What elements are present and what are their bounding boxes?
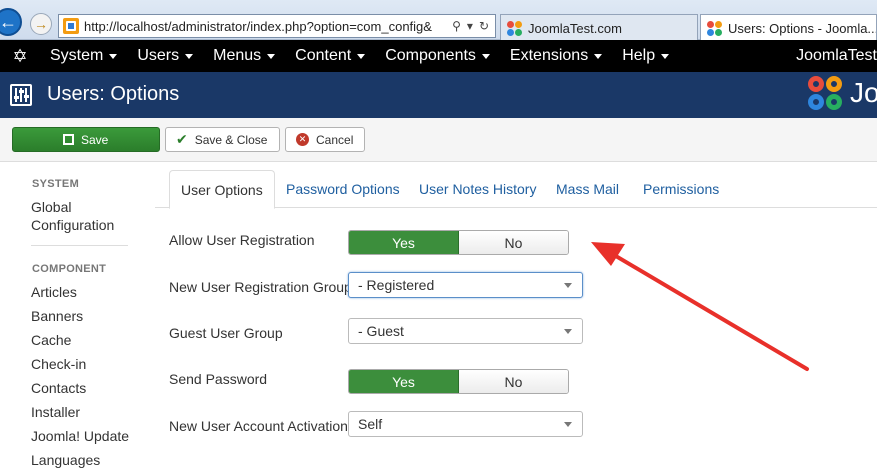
joomla-tab-icon bbox=[507, 20, 522, 36]
sidebar-item-joomla-update[interactable]: Joomla! Update bbox=[31, 428, 129, 444]
refresh-icon[interactable]: ↻ bbox=[479, 19, 489, 33]
tab-password-options[interactable]: Password Options bbox=[275, 170, 411, 208]
send-password-toggle: Yes No bbox=[348, 369, 569, 394]
menu-menus[interactable]: Menus bbox=[203, 47, 285, 65]
select-arrow-icon bbox=[564, 283, 572, 288]
send-password-label: Send Password bbox=[169, 371, 268, 387]
menu-users[interactable]: Users bbox=[127, 47, 203, 65]
allow-registration-toggle: Yes No bbox=[348, 230, 569, 255]
browser-bar: ← → http://localhost/administrator/index… bbox=[0, 0, 877, 41]
back-arrow-icon[interactable]: ← bbox=[0, 8, 22, 36]
caret-down-icon bbox=[267, 53, 276, 59]
admin-top-menu: ✡ System Users Menus Content Components … bbox=[0, 40, 877, 72]
cancel-circle-icon: ✕ bbox=[296, 133, 309, 146]
caret-down-icon bbox=[661, 53, 670, 59]
sidebar-item-global-configuration[interactable]: Global Configuration bbox=[31, 199, 114, 233]
check-icon: ✔ bbox=[176, 131, 188, 147]
send-password-no[interactable]: No bbox=[459, 370, 568, 393]
sidebar-heading-component: COMPONENT bbox=[32, 263, 107, 275]
sidebar-item-banners[interactable]: Banners bbox=[31, 308, 83, 324]
joomla-favicon-icon bbox=[63, 18, 79, 34]
send-password-yes[interactable]: Yes bbox=[349, 370, 459, 393]
tab-user-options[interactable]: User Options bbox=[169, 170, 275, 209]
menu-extensions[interactable]: Extensions bbox=[500, 47, 612, 65]
menu-system[interactable]: System bbox=[40, 47, 127, 65]
select-arrow-icon bbox=[564, 422, 572, 427]
sidebar-item-cache[interactable]: Cache bbox=[31, 332, 71, 348]
allow-registration-label: Allow User Registration bbox=[169, 232, 315, 248]
new-user-group-label: New User Registration Group bbox=[169, 279, 352, 295]
annotation-arrow-head bbox=[591, 242, 625, 266]
caret-down-icon bbox=[594, 53, 603, 59]
tab-user-notes-history[interactable]: User Notes History bbox=[408, 170, 547, 208]
annotation-arrow-line bbox=[607, 250, 809, 371]
site-name-link[interactable]: JoomlaTest bbox=[796, 40, 877, 72]
dropdown-arrow-icon[interactable]: ▾ bbox=[467, 19, 473, 33]
menu-help[interactable]: Help bbox=[612, 47, 679, 65]
allow-registration-no[interactable]: No bbox=[459, 231, 568, 254]
search-icon[interactable]: ⚲ bbox=[452, 19, 461, 33]
address-bar[interactable]: http://localhost/administrator/index.php… bbox=[58, 14, 496, 38]
tab-mass-mail[interactable]: Mass Mail bbox=[545, 170, 630, 208]
caret-down-icon bbox=[185, 53, 194, 59]
save-close-button[interactable]: ✔ Save & Close bbox=[165, 127, 280, 152]
account-activation-select[interactable]: Self bbox=[348, 411, 583, 437]
browser-tab-label: JoomlaTest.com bbox=[528, 20, 622, 36]
options-tabs: User Options Password Options User Notes… bbox=[155, 170, 877, 209]
guest-group-label: Guest User Group bbox=[169, 325, 283, 341]
menu-content[interactable]: Content bbox=[285, 47, 375, 65]
allow-registration-yes[interactable]: Yes bbox=[349, 231, 459, 254]
page-title: Users: Options bbox=[47, 83, 180, 105]
caret-down-icon bbox=[357, 53, 366, 59]
new-user-group-select[interactable]: - Registered bbox=[348, 272, 583, 298]
brand-text: Jo bbox=[850, 77, 877, 108]
caret-down-icon bbox=[481, 53, 490, 59]
joomla-logo-icon bbox=[808, 76, 846, 114]
browser-tab-joomlatest[interactable]: JoomlaTest.com bbox=[500, 14, 698, 41]
options-sliders-icon bbox=[10, 84, 32, 106]
guest-group-select[interactable]: - Guest bbox=[348, 318, 583, 344]
cancel-button[interactable]: ✕ Cancel bbox=[285, 127, 365, 152]
forward-arrow-icon[interactable]: → bbox=[30, 13, 52, 35]
sidebar-heading-system: SYSTEM bbox=[32, 178, 80, 190]
sidebar-item-contacts[interactable]: Contacts bbox=[31, 380, 86, 396]
browser-tab-users-options[interactable]: Users: Options - Joomla... bbox=[700, 14, 877, 41]
page-header: Users: Options Jo bbox=[0, 72, 877, 118]
sidebar-item-installer[interactable]: Installer bbox=[31, 404, 80, 420]
account-activation-label: New User Account Activation bbox=[169, 418, 348, 434]
edit-icon bbox=[63, 134, 74, 145]
toolbar: Save ✔ Save & Close ✕ Cancel bbox=[0, 118, 877, 162]
caret-down-icon bbox=[109, 53, 118, 59]
select-arrow-icon bbox=[564, 329, 572, 334]
annotation-arrow-icon bbox=[591, 242, 809, 371]
save-button[interactable]: Save bbox=[12, 127, 160, 152]
tab-permissions[interactable]: Permissions bbox=[632, 170, 730, 208]
sidebar-item-articles[interactable]: Articles bbox=[31, 284, 77, 300]
menu-components[interactable]: Components bbox=[375, 47, 500, 65]
sidebar-item-languages[interactable]: Languages bbox=[31, 452, 100, 468]
sidebar-item-check-in[interactable]: Check-in bbox=[31, 356, 86, 372]
joomla-tab-icon bbox=[707, 20, 722, 36]
sidebar-divider bbox=[31, 245, 128, 246]
browser-tab-label: Users: Options - Joomla... bbox=[728, 20, 877, 36]
sidebar: SYSTEM Global Configuration COMPONENT Ar… bbox=[0, 162, 150, 468]
joomla-menu-logo-icon[interactable]: ✡ bbox=[0, 40, 40, 72]
address-url[interactable]: http://localhost/administrator/index.php… bbox=[84, 19, 446, 34]
